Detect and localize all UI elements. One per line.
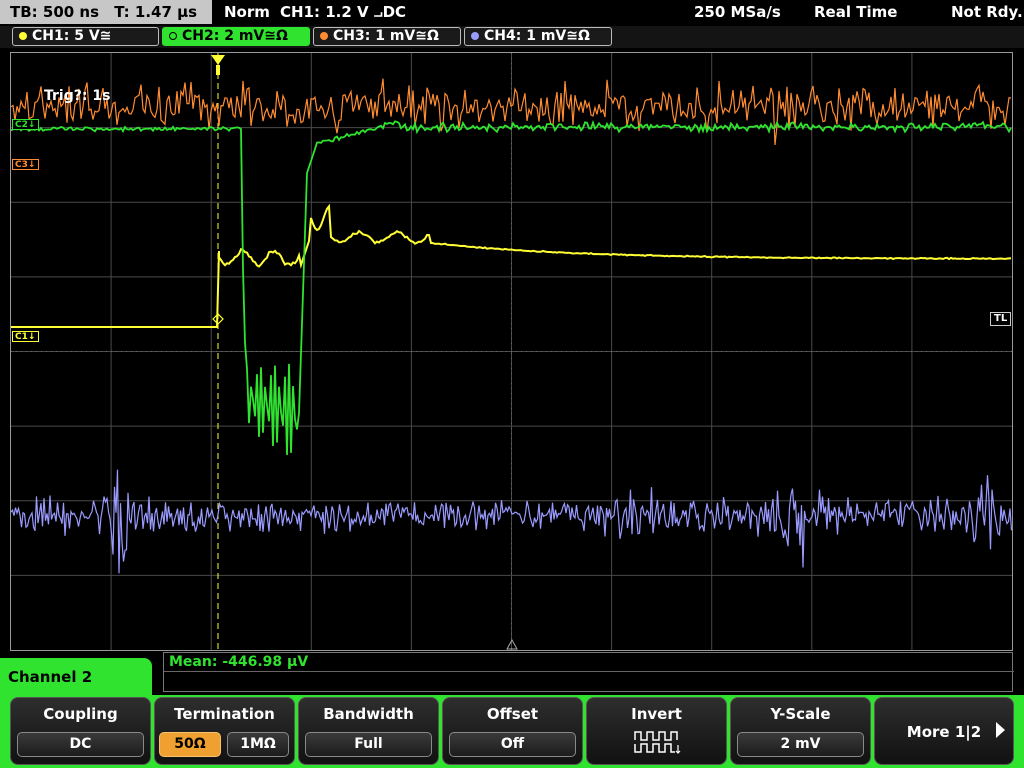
- coupling-softkey[interactable]: Coupling DC: [10, 697, 151, 765]
- ch1-color-dot: [19, 32, 27, 40]
- coupling-title: Coupling: [43, 705, 118, 723]
- ch3-color-dot: [320, 32, 328, 40]
- ch1-offset-marker[interactable]: C1↓: [12, 331, 40, 342]
- waveform-canvas: [11, 53, 1012, 650]
- status-bar: TB: 500 ns T: 1.47 µs Norm CH1: 1.2 V ⨼D…: [0, 0, 1024, 26]
- waveform-display[interactable]: [10, 52, 1013, 651]
- ch2-marker-label: C2: [15, 120, 28, 130]
- measurement-panel: Mean: -446.98 µV: [163, 652, 1014, 692]
- yscale-value[interactable]: 2 mV: [737, 732, 864, 757]
- ch3-marker-label: C3: [15, 160, 28, 170]
- tab-ch4-label: CH4: 1 mV≅Ω: [484, 28, 590, 44]
- channel-tab-bar: CH1: 5 V≅ CH2: 2 mV≅Ω CH3: 1 mV≅Ω CH4: 1…: [0, 26, 1024, 48]
- measurement-divider: [164, 671, 1014, 672]
- coupling-value[interactable]: DC: [17, 732, 144, 757]
- termination-softkey[interactable]: Termination 50Ω 1MΩ: [154, 697, 295, 765]
- bandwidth-value[interactable]: Full: [305, 732, 432, 757]
- invert-softkey[interactable]: Invert: [586, 697, 727, 765]
- more-label: More 1|2: [906, 723, 982, 741]
- next-page-icon: [996, 722, 1005, 738]
- trigger-level-label: TL: [994, 313, 1008, 324]
- timebase-box[interactable]: TB: 500 ns T: 1.47 µs: [0, 0, 212, 24]
- graticule: [11, 53, 1012, 650]
- tab-ch3[interactable]: CH3: 1 mV≅Ω: [313, 27, 461, 46]
- trigger-source[interactable]: CH1: 1.2 V ⨼DC: [280, 0, 406, 24]
- offset-value[interactable]: Off: [449, 732, 576, 757]
- bandwidth-title: Bandwidth: [323, 705, 414, 723]
- termination-50ohm-option[interactable]: 50Ω: [159, 732, 221, 757]
- tab-ch1-label: CH1: 5 V≅: [32, 28, 112, 44]
- trigger-position-stem: [216, 65, 220, 75]
- ch2-color-dot: [169, 32, 177, 40]
- softkey-bar: Coupling DC Termination 50Ω 1MΩ Bandwidt…: [0, 695, 1024, 768]
- ch3-offset-marker[interactable]: C3↓: [12, 159, 40, 170]
- more-softkey[interactable]: More 1|2: [874, 697, 1014, 765]
- acquisition-mode: Real Time: [814, 3, 898, 21]
- offset-softkey[interactable]: Offset Off: [442, 697, 583, 765]
- yscale-title: Y-Scale: [770, 705, 831, 723]
- ch2-offset-marker[interactable]: C2↓: [12, 119, 40, 130]
- termination-1mohm-option[interactable]: 1MΩ: [227, 732, 289, 757]
- sample-rate: 250 MSa/s: [694, 3, 781, 21]
- trigger-level-marker[interactable]: TL: [990, 312, 1012, 326]
- tab-ch3-label: CH3: 1 mV≅Ω: [333, 28, 439, 44]
- yscale-softkey[interactable]: Y-Scale 2 mV: [730, 697, 871, 765]
- menu-title: Channel 2: [0, 658, 152, 698]
- tab-ch2-label: CH2: 2 mV≅Ω: [182, 28, 288, 44]
- tab-ch2[interactable]: CH2: 2 mV≅Ω: [162, 27, 310, 46]
- trigger-time-value: T: 1.47 µs: [114, 3, 198, 21]
- timebase-value: TB: 500 ns: [10, 3, 100, 21]
- invert-title: Invert: [631, 705, 682, 723]
- tab-ch4[interactable]: CH4: 1 mV≅Ω: [464, 27, 612, 46]
- ch4-color-dot: [471, 32, 479, 40]
- trigger-wait-text: Trig?: 1s: [44, 88, 111, 104]
- termination-title: Termination: [174, 705, 275, 723]
- mean-measurement: Mean: -446.98 µV: [169, 654, 309, 670]
- trigger-position-icon[interactable]: [211, 55, 225, 65]
- offset-title: Offset: [486, 705, 539, 723]
- acquisition-status: Not Rdy.: [951, 3, 1023, 21]
- bandwidth-softkey[interactable]: Bandwidth Full: [298, 697, 439, 765]
- tab-ch1[interactable]: CH1: 5 V≅: [12, 27, 159, 46]
- invert-waveform-icon: [634, 731, 681, 754]
- ch1-marker-label: C1: [15, 332, 28, 342]
- trigger-mode[interactable]: Norm: [224, 0, 270, 24]
